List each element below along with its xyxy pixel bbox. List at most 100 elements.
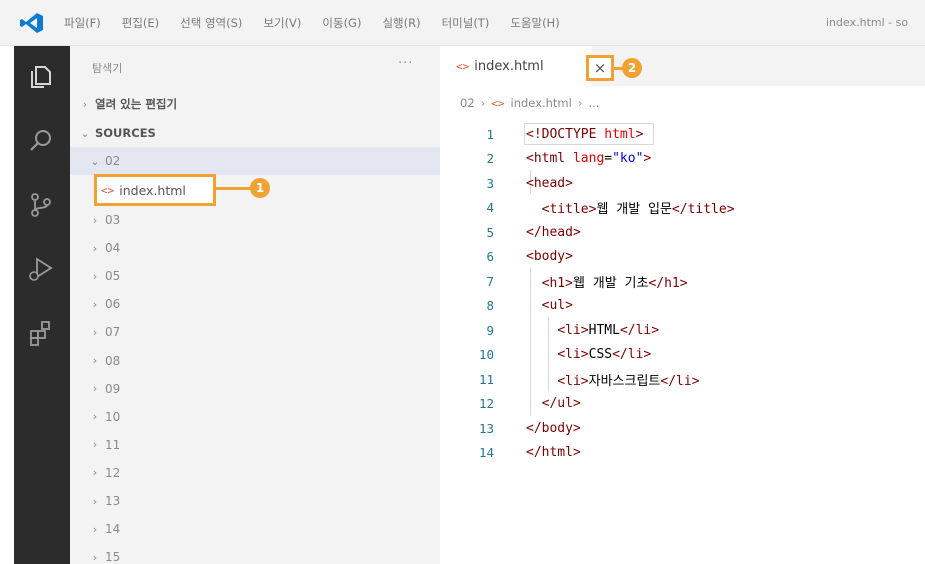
folder-09[interactable]: › 09 — [70, 375, 440, 403]
sources-label: SOURCES — [95, 126, 156, 140]
open-editors-section[interactable]: › 열려 있는 편집기 — [70, 90, 440, 118]
more-actions-button[interactable]: ··· — [398, 56, 413, 71]
folder-label: 07 — [105, 325, 121, 340]
code-line: 1 <!DOCTYPE html> — [440, 122, 925, 147]
line-number: 8 — [486, 298, 494, 314]
menu-help[interactable]: 도움말(H) — [510, 15, 559, 31]
line-number: 12 — [478, 396, 494, 412]
chevron-right-icon: › — [92, 354, 98, 367]
line-number: 13 — [478, 420, 494, 436]
explorer-sidebar: 탐색기 ··· › 열려 있는 편집기 ⌄ SOURCES ⌄ 02 <> in… — [70, 46, 440, 564]
chevron-right-icon: › — [92, 213, 98, 227]
extensions-icon[interactable] — [26, 318, 56, 348]
folder-label: 04 — [105, 241, 121, 256]
chevron-right-icon: › — [577, 96, 583, 110]
html-file-icon: <> — [456, 59, 470, 73]
folder-label: 06 — [105, 297, 121, 312]
explorer-icon[interactable] — [26, 62, 56, 92]
line-number: 6 — [486, 249, 494, 265]
folder-03[interactable]: › 03 — [70, 206, 440, 234]
folder-06[interactable]: › 06 — [70, 290, 440, 318]
breadcrumb: 02 › <> index.html › ... — [460, 96, 599, 110]
editor-area: <> index.html × 02 › <> index.html › ...… — [440, 46, 925, 564]
code-line: 2 <html lang="ko"> — [440, 147, 925, 172]
folder-label: 14 — [105, 522, 121, 537]
folder-08[interactable]: › 08 — [70, 347, 440, 375]
folder-12[interactable]: › 12 — [70, 459, 440, 487]
folder-label: 02 — [105, 154, 121, 168]
folder-label: 08 — [105, 353, 121, 368]
chevron-right-icon: › — [480, 96, 486, 110]
breadcrumb-folder[interactable]: 02 — [460, 96, 475, 110]
sources-section[interactable]: ⌄ SOURCES — [70, 119, 440, 147]
menu-run[interactable]: 실행(R) — [382, 15, 420, 31]
code-line: 11 <li>자바스크립트</li> — [440, 367, 925, 392]
tab-bar: <> index.html × — [440, 46, 925, 86]
html-file-icon: <> — [491, 96, 505, 110]
folder-15[interactable]: › 15 — [70, 543, 440, 564]
callout-1-line — [216, 187, 252, 190]
callout-2-badge: 2 — [622, 58, 642, 78]
folder-label: 15 — [105, 550, 121, 564]
folder-04[interactable]: › 04 — [70, 234, 440, 262]
tab-close-button[interactable]: × — [586, 55, 614, 81]
menu-edit[interactable]: 편집(E) — [122, 15, 159, 31]
file-label: index.html — [119, 182, 186, 198]
line-number: 1 — [486, 126, 494, 142]
menu-bar: 파일(F) 편집(E) 선택 영역(S) 보기(V) 이동(G) 실행(R) 터… — [64, 15, 581, 31]
folder-label: 05 — [105, 269, 121, 284]
chevron-right-icon: › — [92, 382, 98, 396]
folder-label: 13 — [105, 494, 121, 508]
folder-10[interactable]: › 10 — [70, 403, 440, 431]
chevron-down-icon: ⌄ — [90, 154, 100, 168]
menu-file[interactable]: 파일(F) — [64, 15, 101, 31]
code-line: 9 <li>HTML</li> — [440, 318, 925, 343]
folder-label: 03 — [105, 213, 121, 227]
code-line: 6 <body> — [440, 245, 925, 270]
folder-13[interactable]: › 13 — [70, 487, 440, 515]
chevron-right-icon: › — [82, 97, 88, 111]
open-editors-label: 열려 있는 편집기 — [95, 97, 178, 111]
menu-view[interactable]: 보기(V) — [263, 15, 301, 31]
callout-1-badge: 1 — [250, 178, 270, 198]
folder-05[interactable]: › 05 — [70, 262, 440, 290]
line-number: 7 — [486, 273, 494, 289]
menu-terminal[interactable]: 터미널(T) — [442, 15, 490, 31]
line-number: 14 — [478, 445, 494, 461]
file-index-html[interactable]: <> index.html — [94, 174, 216, 206]
folder-label: 11 — [105, 437, 121, 452]
breadcrumb-file[interactable]: index.html — [511, 96, 572, 110]
code-line: 12 </ul> — [440, 392, 925, 417]
folder-label: 09 — [105, 381, 121, 396]
code-line: 13 </body> — [440, 416, 925, 441]
vscode-logo-icon — [20, 13, 43, 33]
line-number: 9 — [486, 322, 494, 338]
title-bar: 파일(F) 편집(E) 선택 영역(S) 보기(V) 이동(G) 실행(R) 터… — [0, 0, 925, 46]
breadcrumb-more[interactable]: ... — [588, 96, 599, 110]
code-editor[interactable]: 1 <!DOCTYPE html> 2 <html lang="ko"> 3 <hea… — [440, 122, 925, 465]
folder-label: 10 — [105, 409, 121, 424]
code-line: 10 <li>CSS</li> — [440, 343, 925, 368]
run-debug-icon[interactable] — [26, 254, 56, 284]
menu-go[interactable]: 이동(G) — [322, 15, 361, 31]
chevron-right-icon: › — [92, 241, 98, 255]
html-file-icon: <> — [101, 183, 115, 197]
folder-02[interactable]: ⌄ 02 — [70, 147, 440, 175]
source-control-icon[interactable] — [26, 190, 56, 220]
folder-11[interactable]: › 11 — [70, 431, 440, 459]
line-number: 3 — [486, 175, 494, 191]
chevron-right-icon: › — [92, 269, 98, 283]
tab-index-html[interactable]: <> index.html — [440, 46, 592, 86]
folder-14[interactable]: › 14 — [70, 515, 440, 543]
chevron-right-icon: › — [92, 438, 98, 452]
line-number: 10 — [478, 347, 494, 363]
tab-label: index.html — [474, 58, 544, 74]
menu-selection[interactable]: 선택 영역(S) — [180, 15, 242, 31]
code-line: 5 </head> — [440, 220, 925, 245]
search-icon[interactable] — [26, 126, 56, 156]
folder-07[interactable]: › 07 — [70, 318, 440, 346]
line-number: 4 — [486, 200, 494, 216]
code-line: 7 <h1>웹 개발 기초</h1> — [440, 269, 925, 294]
code-line: 8 <ul> — [440, 294, 925, 319]
window-title: index.html - so — [826, 16, 909, 29]
